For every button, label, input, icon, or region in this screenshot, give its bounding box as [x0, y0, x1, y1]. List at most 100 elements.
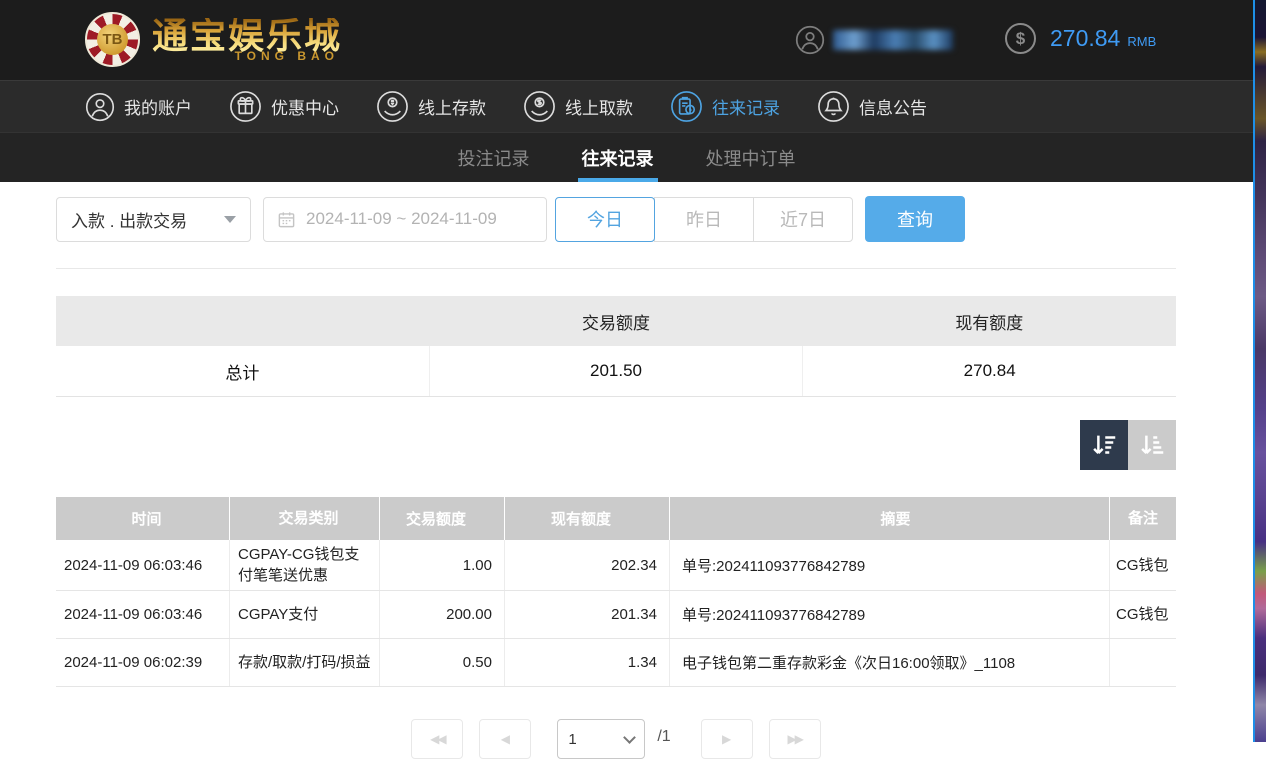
table-row: 2024-11-09 06:03:46 CGPAY-CG钱包支付笔笔送优惠 1.…: [56, 540, 1176, 591]
pagination: ◀◀ ◀ 1 /1 ▶ ▶▶: [56, 719, 1176, 759]
balance[interactable]: $ 270.84 RMB: [1005, 23, 1156, 54]
tab-betting-records[interactable]: 投注记录: [456, 133, 532, 182]
gift-icon: [229, 90, 262, 123]
summary-total-label: 总计: [56, 346, 429, 396]
divider: [56, 268, 1176, 269]
cell-transaction-amount: 0.50: [380, 639, 505, 686]
sort-ascending-icon: [1137, 430, 1167, 460]
cell-current-amount: 202.34: [505, 540, 670, 590]
next-page-button[interactable]: ▶: [701, 719, 753, 759]
cell-transaction-type: 存款/取款/打码/损益: [230, 639, 380, 686]
quick-last7days-button[interactable]: 近7日: [753, 197, 853, 242]
cell-transaction-amount: 1.00: [380, 540, 505, 590]
summary-table-header: 交易额度 现有额度: [56, 296, 1176, 346]
table-row: 2024-11-09 06:03:46 CGPAY支付 200.00 201.3…: [56, 591, 1176, 639]
user-circle-icon: [85, 92, 115, 122]
cell-remark: CG钱包: [1110, 540, 1176, 590]
top-header: TB 通宝娱乐城 TONG BAO $ 270.84 RMB: [0, 0, 1253, 80]
user-circle-icon: [795, 25, 825, 55]
filter-row: 入款 . 出款交易 2024-11-09 ~ 2024-11-09 今日 昨日: [56, 196, 1176, 242]
tab-pending-orders[interactable]: 处理中订单: [704, 133, 798, 182]
transaction-type-value: 入款 . 出款交易: [71, 207, 187, 232]
last-page-button[interactable]: ▶▶: [769, 719, 821, 759]
col-summary: 摘要: [670, 497, 1110, 540]
brand-logo[interactable]: TB 通宝娱乐城 TONG BAO: [85, 12, 342, 67]
deposit-coin-hand-icon: [376, 90, 409, 123]
content: 入款 . 出款交易 2024-11-09 ~ 2024-11-09 今日 昨日: [56, 196, 1176, 759]
nav-item-deposit[interactable]: 线上存款: [376, 90, 486, 123]
background-image-strip: [1253, 0, 1266, 742]
cell-summary: 电子钱包第二重存款彩金《次日16:00领取》_1108: [670, 639, 1110, 686]
main-nav: 我的账户 优惠中心 线上存款: [0, 80, 1253, 132]
record-subtabs: 投注记录 往来记录 处理中订单: [0, 132, 1253, 182]
calendar-icon: [277, 210, 296, 229]
poker-chip-icon: TB: [85, 12, 140, 67]
poker-chip-label: TB: [97, 24, 128, 55]
next-page-icon: ▶: [722, 732, 731, 746]
cell-current-amount: 1.34: [505, 639, 670, 686]
cell-transaction-type: CGPAY-CG钱包支付笔笔送优惠: [230, 540, 380, 590]
balance-currency: RMB: [1127, 34, 1156, 49]
cell-current-amount: 201.34: [505, 591, 670, 638]
summary-col-current-amount: 现有额度: [803, 296, 1176, 346]
prev-page-icon: ◀: [501, 732, 510, 746]
cell-summary: 单号:202411093776842789: [670, 540, 1110, 590]
summary-transaction-total: 201.50: [429, 346, 803, 396]
summary-balance-total: 270.84: [802, 346, 1176, 396]
withdraw-coin-hand-icon: [523, 90, 556, 123]
summary-total-row: 总计 201.50 270.84: [56, 346, 1176, 397]
tab-transaction-records[interactable]: 往来记录: [580, 133, 656, 182]
col-time: 时间: [56, 497, 230, 540]
first-page-icon: ◀◀: [430, 732, 444, 746]
cell-transaction-type: CGPAY支付: [230, 591, 380, 638]
records-table: 时间 交易类别 交易额度 现有额度 摘要 备注 2024-11-09 06:03…: [56, 497, 1176, 687]
date-range-input[interactable]: 2024-11-09 ~ 2024-11-09: [263, 197, 547, 242]
dollar-circle-icon: $: [1005, 23, 1036, 54]
balance-amount: 270.84: [1050, 25, 1120, 52]
cell-remark: [1110, 639, 1176, 686]
nav-item-withdraw[interactable]: 线上取款: [523, 90, 633, 123]
page-number-select[interactable]: 1: [557, 719, 645, 759]
sort-descending-icon: [1089, 430, 1119, 460]
summary-col-empty: [56, 296, 429, 346]
summary-table: 交易额度 现有额度 总计 201.50 270.84: [56, 296, 1176, 397]
cell-time: 2024-11-09 06:03:46: [56, 540, 230, 590]
cell-transaction-amount: 200.00: [380, 591, 505, 638]
chevron-down-icon: [623, 731, 636, 744]
bell-icon: [817, 90, 850, 123]
last-page-icon: ▶▶: [787, 732, 801, 746]
page-total-label: /1: [657, 728, 670, 746]
quick-today-button[interactable]: 今日: [555, 197, 655, 242]
col-remark: 备注: [1110, 497, 1176, 540]
transaction-records-icon: [670, 90, 703, 123]
date-range-value: 2024-11-09 ~ 2024-11-09: [306, 209, 497, 229]
summary-col-transaction-amount: 交易额度: [429, 296, 802, 346]
page: TB 通宝娱乐城 TONG BAO $ 270.84 RMB: [0, 0, 1253, 742]
cell-time: 2024-11-09 06:02:39: [56, 639, 230, 686]
quick-date-group: 今日 昨日 近7日: [555, 197, 853, 242]
cell-remark: CG钱包: [1110, 591, 1176, 638]
table-row: 2024-11-09 06:02:39 存款/取款/打码/损益 0.50 1.3…: [56, 639, 1176, 687]
cell-summary: 单号:202411093776842789: [670, 591, 1110, 638]
cell-time: 2024-11-09 06:03:46: [56, 591, 230, 638]
username-blurred: [833, 30, 953, 50]
quick-yesterday-button[interactable]: 昨日: [654, 197, 754, 242]
col-transaction-type: 交易类别: [230, 497, 380, 540]
nav-item-announcements[interactable]: 信息公告: [817, 90, 927, 123]
prev-page-button[interactable]: ◀: [479, 719, 531, 759]
first-page-button[interactable]: ◀◀: [411, 719, 463, 759]
sort-descending-button[interactable]: [1080, 420, 1128, 470]
sort-ascending-button[interactable]: [1128, 420, 1176, 470]
sort-buttons: [56, 420, 1176, 470]
chevron-down-icon: [224, 216, 236, 223]
col-transaction-amount: 交易额度: [380, 497, 505, 540]
nav-item-transaction-records[interactable]: 往来记录: [670, 90, 780, 123]
user-account[interactable]: [795, 25, 953, 55]
col-current-amount: 现有额度: [505, 497, 670, 540]
records-table-header: 时间 交易类别 交易额度 现有额度 摘要 备注: [56, 497, 1176, 540]
page-number-value: 1: [568, 731, 576, 748]
transaction-type-select[interactable]: 入款 . 出款交易: [56, 197, 251, 242]
nav-item-my-account[interactable]: 我的账户: [85, 92, 192, 122]
search-button[interactable]: 查询: [865, 196, 965, 242]
nav-item-promotions[interactable]: 优惠中心: [229, 90, 339, 123]
